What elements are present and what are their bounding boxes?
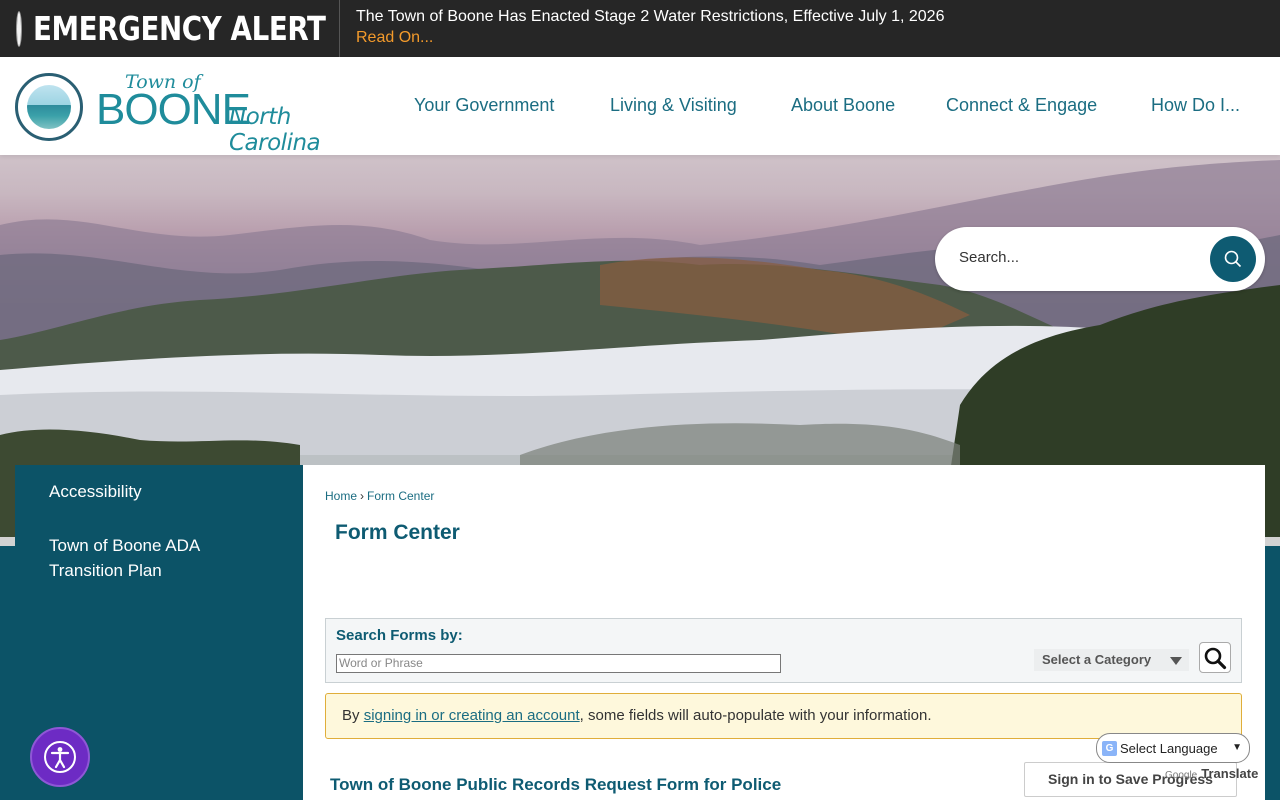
nav-living-visiting[interactable]: Living & Visiting	[610, 95, 737, 116]
breadcrumb-separator: ›	[360, 489, 365, 503]
form-search-panel: Search Forms by: Word or Phrase Select a…	[325, 618, 1242, 683]
google-logo: Google	[1165, 770, 1198, 781]
search-icon	[1224, 250, 1242, 268]
nav-connect-engage[interactable]: Connect & Engage	[946, 95, 1097, 116]
language-select-label: Select Language	[1120, 741, 1218, 756]
accessibility-icon	[44, 741, 76, 773]
notice-prefix: By	[342, 707, 364, 724]
sign-in-notice: By signing in or creating an account, so…	[325, 693, 1242, 739]
form-search-label: Search Forms by:	[336, 627, 463, 644]
alert-message: The Town of Boone Has Enacted Stage 2 Wa…	[356, 8, 945, 25]
sidebar-item-ada-transition-plan[interactable]: Town of Boone ADA Transition Plan	[49, 533, 259, 583]
breadcrumb: Home › Form Center	[325, 489, 434, 503]
site-search-placeholder: Search...	[959, 249, 1020, 266]
powered-by-google-translate[interactable]: Google Translate	[1165, 766, 1258, 781]
emergency-alert-bar: EMERGENCY ALERT The Town of Boone Has En…	[0, 0, 1280, 57]
nav-about-boone[interactable]: About Boone	[791, 95, 895, 116]
breadcrumb-current[interactable]: Form Center	[367, 489, 434, 503]
form-title-link[interactable]: Town of Boone Public Records Request For…	[330, 775, 781, 795]
category-select-value: Select a Category	[1042, 652, 1152, 667]
logo-boone: BOONE	[96, 85, 251, 134]
site-search-button[interactable]	[1210, 236, 1256, 282]
site-search-input[interactable]: Search...	[935, 227, 1265, 291]
magnifier-icon	[1204, 647, 1227, 669]
chevron-down-icon	[1170, 657, 1182, 665]
chevron-down-icon: ▼	[1232, 742, 1242, 753]
breadcrumb-home[interactable]: Home	[325, 489, 357, 503]
sign-in-link[interactable]: signing in or creating an account	[364, 707, 580, 724]
red-alert-dot-icon	[17, 11, 21, 46]
word-or-phrase-input[interactable]: Word or Phrase	[336, 654, 781, 673]
nav-your-government[interactable]: Your Government	[414, 95, 554, 116]
site-header: Town of BOONE North Carolina Your Govern…	[0, 57, 1280, 156]
accessibility-widget-button[interactable]	[30, 727, 90, 787]
word-or-phrase-placeholder: Word or Phrase	[339, 656, 423, 670]
language-select[interactable]: G Select Language ▼	[1096, 733, 1250, 763]
town-logo[interactable]: Town of BOONE North Carolina	[15, 71, 385, 156]
alert-title: EMERGENCY ALERT	[33, 9, 326, 48]
alert-heading-area: EMERGENCY ALERT	[0, 0, 340, 57]
category-select[interactable]: Select a Category	[1034, 649, 1189, 671]
alert-read-on-link[interactable]: Read On...	[356, 27, 944, 48]
page-title: Form Center	[335, 521, 460, 544]
notice-suffix: , some fields will auto-populate with yo…	[579, 707, 932, 724]
translate-label: Translate	[1201, 766, 1259, 781]
form-search-button[interactable]	[1199, 642, 1231, 673]
alert-body: The Town of Boone Has Enacted Stage 2 Wa…	[340, 0, 944, 57]
town-seal-icon	[15, 73, 83, 141]
sidebar-item-accessibility[interactable]: Accessibility	[49, 479, 142, 504]
nav-how-do-i[interactable]: How Do I...	[1151, 95, 1240, 116]
google-g-icon: G	[1102, 741, 1117, 756]
logo-state: North Carolina	[229, 104, 321, 156]
